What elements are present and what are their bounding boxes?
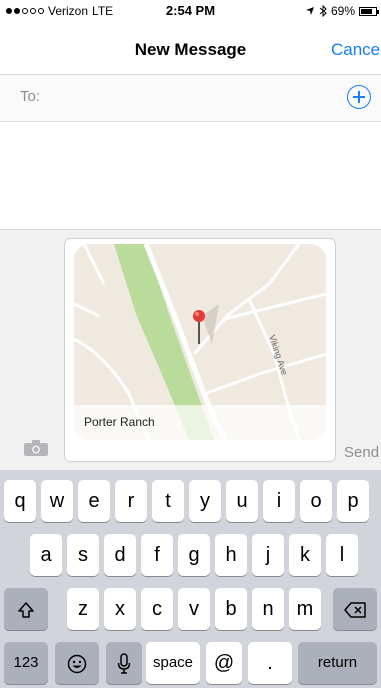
key-z[interactable]: z: [67, 588, 99, 630]
key-o[interactable]: o: [300, 480, 332, 522]
bluetooth-icon: [319, 5, 327, 17]
key-m[interactable]: m: [289, 588, 321, 630]
key-e[interactable]: e: [78, 480, 110, 522]
location-map-attachment[interactable]: Viking Ave Porter Ranch: [74, 244, 326, 440]
key-q[interactable]: q: [4, 480, 36, 522]
key-l[interactable]: l: [326, 534, 358, 576]
key-u[interactable]: u: [226, 480, 258, 522]
space-key[interactable]: space: [146, 642, 200, 684]
key-s[interactable]: s: [67, 534, 99, 576]
key-c[interactable]: c: [141, 588, 173, 630]
key-h[interactable]: h: [215, 534, 247, 576]
cancel-button[interactable]: Cancel: [331, 40, 381, 60]
nav-bar: New Message Cancel: [0, 22, 381, 74]
dictation-key[interactable]: [106, 642, 142, 684]
key-r[interactable]: r: [115, 480, 147, 522]
map-place-name: Porter Ranch: [84, 415, 155, 429]
key-p[interactable]: p: [337, 480, 369, 522]
key-a[interactable]: a: [30, 534, 62, 576]
key-t[interactable]: t: [152, 480, 184, 522]
add-contact-icon[interactable]: [347, 85, 371, 109]
compose-area: Viking Ave Porter Ranch Send: [0, 229, 381, 470]
return-key[interactable]: return: [298, 642, 377, 684]
emoji-icon: [67, 654, 87, 673]
key-w[interactable]: w: [41, 480, 73, 522]
key-x[interactable]: x: [104, 588, 136, 630]
page-title: New Message: [134, 40, 247, 59]
key-f[interactable]: f: [141, 534, 173, 576]
key-b[interactable]: b: [215, 588, 247, 630]
location-arrow-icon: [305, 7, 314, 15]
camera-icon[interactable]: [24, 440, 48, 456]
key-k[interactable]: k: [289, 534, 321, 576]
delete-icon: [344, 601, 366, 618]
keyboard: q w e r t y u i o p a s d f g h j k l z …: [0, 470, 381, 688]
to-label: To:: [20, 88, 41, 105]
numbers-key[interactable]: 123: [4, 642, 48, 684]
key-i[interactable]: i: [263, 480, 295, 522]
key-y[interactable]: y: [189, 480, 221, 522]
to-row[interactable]: To:: [0, 74, 381, 122]
status-bar: Verizon LTE 2:54 PM 69%: [0, 0, 381, 22]
shift-icon: [18, 601, 34, 618]
key-d[interactable]: d: [104, 534, 136, 576]
map-caption: Porter Ranch: [74, 405, 326, 440]
microphone-icon: [117, 652, 131, 674]
battery-percent: 69%: [330, 4, 355, 18]
key-v[interactable]: v: [178, 588, 210, 630]
key-g[interactable]: g: [178, 534, 210, 576]
dot-key[interactable]: .: [248, 642, 292, 684]
at-key[interactable]: @: [206, 642, 242, 684]
emoji-key[interactable]: [55, 642, 99, 684]
send-button[interactable]: Send: [344, 444, 381, 461]
delete-key[interactable]: [333, 588, 377, 630]
key-j[interactable]: j: [252, 534, 284, 576]
key-n[interactable]: n: [252, 588, 284, 630]
shift-key[interactable]: [4, 588, 48, 630]
battery-icon: [359, 6, 379, 16]
